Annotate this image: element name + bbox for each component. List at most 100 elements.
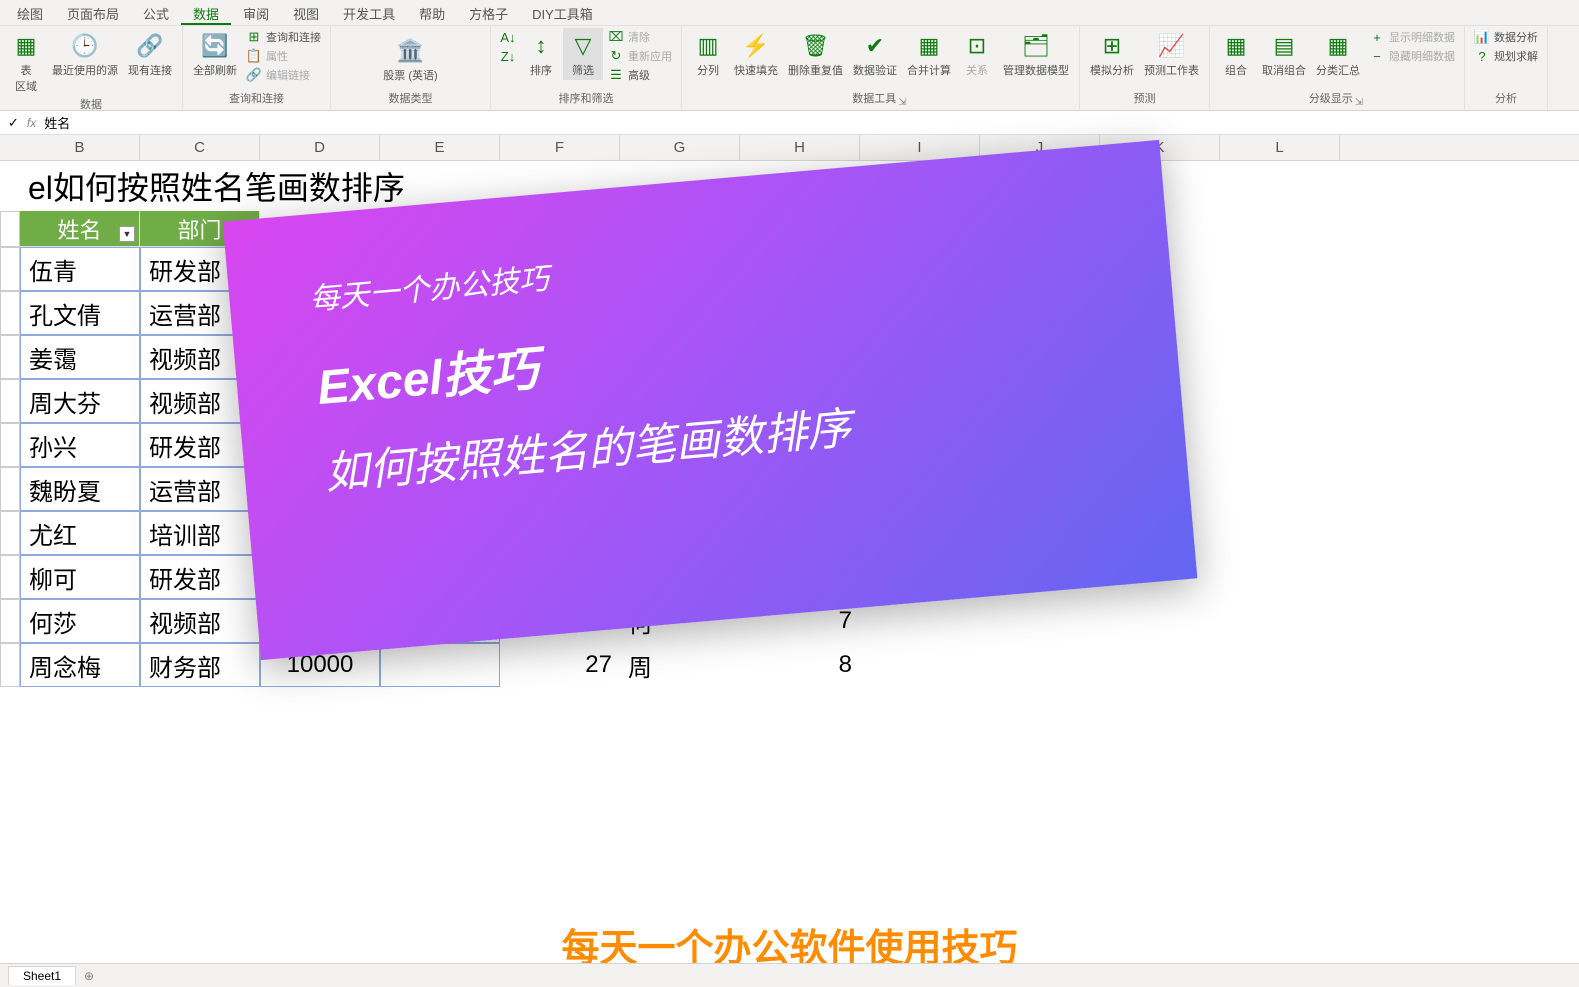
group-button[interactable]: ▦组合 xyxy=(1216,28,1256,80)
hide-detail-button[interactable]: −隐藏明细数据 xyxy=(1366,47,1458,65)
relations-button[interactable]: ⊡关系 xyxy=(957,28,997,80)
column-headers: B C D E F G H I J K L xyxy=(0,135,1579,161)
tab-data[interactable]: 数据 xyxy=(181,0,231,25)
data-model-button[interactable]: 🗂管理数据模型 xyxy=(999,28,1073,80)
tab-formula[interactable]: 公式 xyxy=(131,0,181,25)
forecast-icon: 📈 xyxy=(1156,30,1188,62)
cell-h[interactable]: 8 xyxy=(740,643,860,687)
group-datatools: ▥分列 ⚡快速填充 🗑删除重复值 ✔数据验证 ▦合并计算 ⊡关系 🗂管理数据模型… xyxy=(682,26,1080,110)
cell-name[interactable]: 孔文倩 xyxy=(20,291,140,335)
biao-button[interactable]: ▦表区域 xyxy=(6,28,46,96)
model-icon: 🗂 xyxy=(1020,30,1052,62)
col-header[interactable]: E xyxy=(380,135,500,160)
tab-review[interactable]: 审阅 xyxy=(231,0,281,25)
sort-icon: ↕ xyxy=(525,30,557,62)
sort-asc-button[interactable]: A↓ xyxy=(497,28,519,46)
tab-fgz[interactable]: 方格子 xyxy=(457,0,520,25)
sheet-tabs: Sheet1 ⊕ xyxy=(0,963,1579,987)
show-icon: + xyxy=(1369,29,1385,45)
flash-fill-button[interactable]: ⚡快速填充 xyxy=(730,28,782,80)
col-header[interactable]: D xyxy=(260,135,380,160)
group-sortfilter: A↓ Z↓ ↕排序 ▽筛选 ⌧清除 ↻重新应用 ☰高级 排序和筛选 xyxy=(491,26,682,110)
tab-view[interactable]: 视图 xyxy=(281,0,331,25)
cell-name[interactable]: 柳可 xyxy=(20,555,140,599)
tab-diy[interactable]: DIY工具箱 xyxy=(520,0,605,25)
sort-desc-button[interactable]: Z↓ xyxy=(497,47,519,65)
cell-e[interactable] xyxy=(380,643,500,687)
whatif-button[interactable]: ⊞模拟分析 xyxy=(1086,28,1138,80)
group-label: 查询和连接 xyxy=(189,90,324,108)
cell-name[interactable]: 尤红 xyxy=(20,511,140,555)
recent-sources-button[interactable]: 🕒最近使用的源 xyxy=(48,28,122,80)
launcher-icon[interactable]: ⇲ xyxy=(1353,97,1365,108)
cell-g[interactable]: 周 xyxy=(620,643,740,687)
advanced-button[interactable]: ☰高级 xyxy=(605,66,675,84)
title-cell[interactable]: el如何按照姓名笔画数排序 xyxy=(20,161,413,211)
sort-desc-icon: Z↓ xyxy=(500,48,516,64)
stocks-icon: 🏛️ xyxy=(394,35,426,67)
tab-draw[interactable]: 绘图 xyxy=(5,0,55,25)
sheet-tab[interactable]: Sheet1 xyxy=(8,966,76,985)
check-icon[interactable]: ✓ xyxy=(8,115,19,131)
cell-name[interactable]: 魏盼夏 xyxy=(20,467,140,511)
filter-dropdown-icon[interactable]: ▼ xyxy=(119,226,135,242)
col-header[interactable]: C xyxy=(140,135,260,160)
refresh-all-button[interactable]: 🔄全部刷新 xyxy=(189,28,241,80)
show-detail-button[interactable]: +显示明细数据 xyxy=(1366,28,1458,46)
launcher-icon[interactable]: ⇲ xyxy=(896,97,908,108)
formula-input[interactable]: 姓名 xyxy=(44,113,70,132)
sort-asc-icon: A↓ xyxy=(500,29,516,45)
stocks-button[interactable]: 🏛️股票 (英语) xyxy=(379,33,441,85)
group-label: 数据类型 xyxy=(337,90,484,108)
cell-name[interactable]: 周大芬 xyxy=(20,379,140,423)
group-forecast: ⊞模拟分析 📈预测工作表 预测 xyxy=(1080,26,1210,110)
consolidate-button[interactable]: ▦合并计算 xyxy=(903,28,955,80)
cell-f[interactable]: 27 xyxy=(500,643,620,687)
col-header[interactable]: B xyxy=(20,135,140,160)
cell-dept[interactable]: 研发部 xyxy=(140,555,260,599)
overlay-promo: 每天一个办公技巧 Excel技巧 如何按照姓名的笔画数排序 xyxy=(223,140,1198,660)
text-to-col-button[interactable]: ▥分列 xyxy=(688,28,728,80)
fx-icon[interactable]: fx xyxy=(27,116,36,130)
cell-dept[interactable]: 视频部 xyxy=(140,599,260,643)
tab-dev[interactable]: 开发工具 xyxy=(331,0,407,25)
cell-name[interactable]: 伍青 xyxy=(20,247,140,291)
edit-links-button[interactable]: 🔗编辑链接 xyxy=(243,66,324,84)
subtotal-button[interactable]: ▦分类汇总 xyxy=(1312,28,1364,80)
ribbon: 绘图 页面布局 公式 数据 审阅 视图 开发工具 帮助 方格子 DIY工具箱 ▦… xyxy=(0,0,1579,111)
remove-dup-button[interactable]: 🗑删除重复值 xyxy=(784,28,847,80)
reapply-button[interactable]: ↻重新应用 xyxy=(605,47,675,65)
queries-button[interactable]: ⊞查询和连接 xyxy=(243,28,324,46)
col-header[interactable]: F xyxy=(500,135,620,160)
forecast-sheet-button[interactable]: 📈预测工作表 xyxy=(1140,28,1203,80)
group-label: 分析 xyxy=(1471,90,1541,108)
cell-dept[interactable]: 运营部 xyxy=(140,467,260,511)
col-header[interactable]: L xyxy=(1220,135,1340,160)
header-name[interactable]: 姓名▼ xyxy=(20,211,140,247)
advanced-icon: ☰ xyxy=(608,67,624,83)
clear-button[interactable]: ⌧清除 xyxy=(605,28,675,46)
tab-layout[interactable]: 页面布局 xyxy=(55,0,131,25)
col-header[interactable]: H xyxy=(740,135,860,160)
existing-conn-button[interactable]: 🔗现有连接 xyxy=(124,28,176,80)
cell-name[interactable]: 周念梅 xyxy=(20,643,140,687)
group-label: 分级显示 xyxy=(1309,90,1353,108)
tab-help[interactable]: 帮助 xyxy=(407,0,457,25)
cell-name[interactable]: 孙兴 xyxy=(20,423,140,467)
properties-button[interactable]: 📋属性 xyxy=(243,47,324,65)
data-analysis-button[interactable]: 📊数据分析 xyxy=(1471,28,1541,46)
col-header[interactable]: G xyxy=(620,135,740,160)
filter-button[interactable]: ▽筛选 xyxy=(563,28,603,80)
cell-name[interactable]: 何莎 xyxy=(20,599,140,643)
toolbar: ▦表区域 🕒最近使用的源 🔗现有连接 数据 🔄全部刷新 ⊞查询和连接 📋属性 🔗… xyxy=(0,26,1579,110)
data-validate-button[interactable]: ✔数据验证 xyxy=(849,28,901,80)
sort-button[interactable]: ↕排序 xyxy=(521,28,561,80)
filter-icon: ▽ xyxy=(567,30,599,62)
solver-button[interactable]: ?规划求解 xyxy=(1471,47,1541,65)
cell-dept[interactable]: 培训部 xyxy=(140,511,260,555)
ungroup-button[interactable]: ▤取消组合 xyxy=(1258,28,1310,80)
properties-icon: 📋 xyxy=(246,48,262,64)
add-sheet-icon[interactable]: ⊕ xyxy=(84,969,94,983)
cell-name[interactable]: 姜霭 xyxy=(20,335,140,379)
cell-dept[interactable]: 财务部 xyxy=(140,643,260,687)
